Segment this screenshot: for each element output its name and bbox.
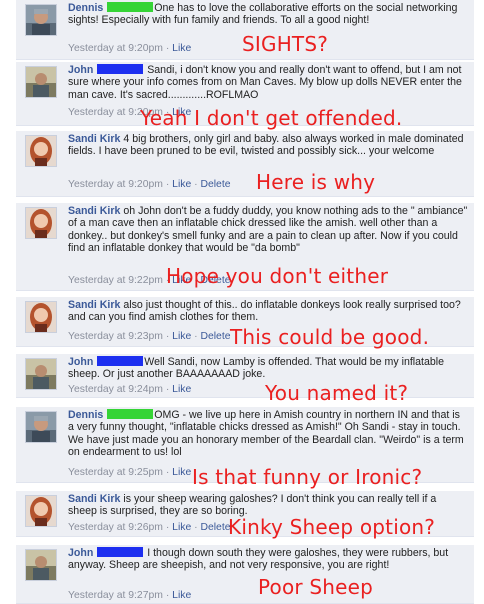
comment-body: Dennis One has to love the collaborative… <box>68 2 468 27</box>
annotation: Hope you don't either <box>166 264 389 288</box>
avatar[interactable] <box>25 411 57 443</box>
redaction-mark <box>107 2 154 12</box>
author-link[interactable]: John <box>68 547 93 559</box>
timestamp: Yesterday at 9:20pm <box>68 179 163 190</box>
redaction-mark <box>107 409 154 419</box>
timestamp: Yesterday at 9:26pm <box>68 522 163 533</box>
redaction-mark <box>97 356 144 366</box>
annotation: Yeah I don't get offended. <box>140 106 403 130</box>
like-link[interactable]: Like <box>172 43 191 54</box>
author-link[interactable]: Dennis <box>68 2 103 14</box>
like-link[interactable]: Like <box>172 590 191 601</box>
redaction-mark <box>97 64 144 74</box>
avatar[interactable] <box>25 358 57 390</box>
avatar[interactable] <box>25 301 57 333</box>
comment-body: Sandi Kirk also just thought of this.. d… <box>68 299 468 324</box>
comment-meta: Yesterday at 9:25pm · Like <box>68 467 192 478</box>
comment-meta: Yesterday at 9:26pm · Like · Delete <box>68 522 231 533</box>
author-link[interactable]: John <box>68 64 93 76</box>
avatar[interactable] <box>25 495 57 527</box>
timestamp: Yesterday at 9:23pm <box>68 331 163 342</box>
comment-meta: Yesterday at 9:20pm · Like <box>68 43 192 54</box>
avatar[interactable] <box>25 4 57 36</box>
like-link[interactable]: Like <box>172 331 191 342</box>
avatar[interactable] <box>25 207 57 239</box>
like-link[interactable]: Like <box>172 384 191 395</box>
annotation: Kinky Sheep option? <box>228 515 436 539</box>
comment-text: 4 big brothers, only girl and baby. also… <box>68 133 464 158</box>
comment-text: is your sheep wearing galoshes? I don't … <box>68 493 437 518</box>
avatar[interactable] <box>25 135 57 167</box>
author-link[interactable]: Sandi Kirk <box>68 493 120 505</box>
comment-feed: Dennis One has to love the collaborative… <box>0 0 484 604</box>
comment-body: Sandi Kirk oh John don't be a fuddy dudd… <box>68 205 468 254</box>
author-link[interactable]: Sandi Kirk <box>68 299 120 311</box>
annotation: Is that funny or Ironic? <box>192 465 423 489</box>
comment-body: John Sandi, i don't know you and really … <box>68 64 468 101</box>
comment-body: Sandi Kirk 4 big brothers, only girl and… <box>68 133 468 158</box>
author-link[interactable]: Dennis <box>68 409 103 421</box>
comment-meta: Yesterday at 9:27pm · Like <box>68 590 192 601</box>
annotation: This could be good. <box>230 325 430 349</box>
comment-body: John Well Sandi, now Lamby is offended. … <box>68 356 468 381</box>
author-link[interactable]: Sandi Kirk <box>68 133 120 145</box>
like-link[interactable]: Like <box>172 467 191 478</box>
timestamp: Yesterday at 9:25pm <box>68 467 163 478</box>
comment-meta: Yesterday at 9:24pm · Like <box>68 384 192 395</box>
comment-body: Sandi Kirk is your sheep wearing galoshe… <box>68 493 468 518</box>
timestamp: Yesterday at 9:20pm <box>68 43 163 54</box>
timestamp: Yesterday at 9:22pm <box>68 275 163 286</box>
comment-text: oh John don't be a fuddy duddy, you know… <box>68 205 468 254</box>
author-link[interactable]: Sandi Kirk <box>68 205 120 217</box>
timestamp: Yesterday at 9:27pm <box>68 590 163 601</box>
delete-link[interactable]: Delete <box>200 522 230 533</box>
annotation: You named it? <box>265 381 409 405</box>
annotation: Here is why <box>256 170 376 194</box>
annotation: Poor Sheep <box>258 575 374 599</box>
comment-item: Sandi Kirk 4 big brothers, only girl and… <box>16 131 474 197</box>
comment-meta: Yesterday at 9:23pm · Like · Delete <box>68 331 231 342</box>
comment-body: Dennis OMG - we live up here in Amish co… <box>68 409 468 458</box>
timestamp: Yesterday at 9:24pm <box>68 384 163 395</box>
annotation: SIGHTS? <box>242 32 329 56</box>
like-link[interactable]: Like <box>172 522 191 533</box>
delete-link[interactable]: Delete <box>200 179 230 190</box>
like-link[interactable]: Like <box>172 179 191 190</box>
comment-body: John I though down south they were galos… <box>68 547 468 572</box>
delete-link[interactable]: Delete <box>200 331 230 342</box>
comment-meta: Yesterday at 9:20pm · Like · Delete <box>68 179 231 190</box>
author-link[interactable]: John <box>68 356 93 368</box>
avatar[interactable] <box>25 66 57 98</box>
redaction-mark <box>97 547 144 557</box>
comment-item: John I though down south they were galos… <box>16 545 474 604</box>
avatar[interactable] <box>25 549 57 581</box>
comment-text: also just thought of this.. do inflatabl… <box>68 299 461 324</box>
